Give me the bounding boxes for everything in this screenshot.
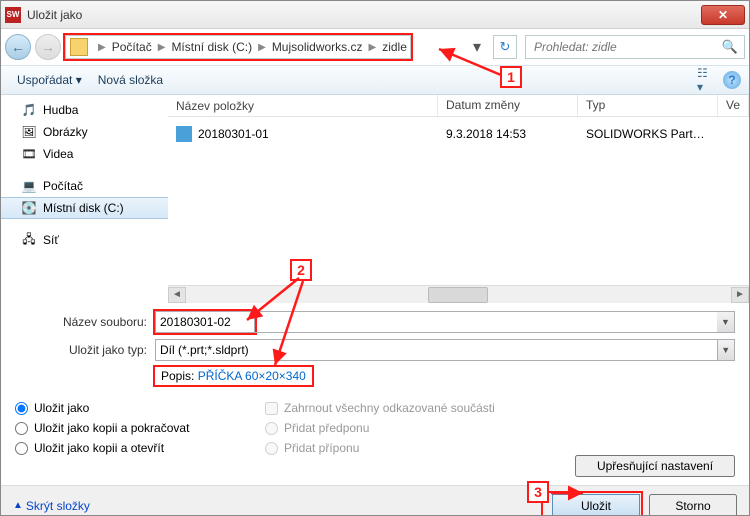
file-date: 9.3.2018 14:53 xyxy=(438,125,578,143)
music-icon: 🎵 xyxy=(21,102,37,118)
tree-item-network[interactable]: 🖧 Síť xyxy=(1,229,168,251)
help-button[interactable]: ? xyxy=(723,71,741,89)
check-label: Zahrnout všechny odkazované součásti xyxy=(284,401,495,415)
radio-save-as[interactable]: Uložit jako xyxy=(15,401,245,415)
chevron-up-icon: ▲ xyxy=(13,500,23,511)
chevron-right-icon: ▶ xyxy=(369,42,377,53)
search-box[interactable]: 🔍 xyxy=(525,35,745,59)
filetype-combo[interactable] xyxy=(155,339,718,361)
nav-tree: 🎵 Hudba 🖼 Obrázky 🎞 Videa 💻 Počítač 💽 Místní … xyxy=(1,95,168,303)
search-input[interactable] xyxy=(532,39,718,55)
tree-item-disk-c[interactable]: 💽 Místní disk (C:) xyxy=(1,197,168,219)
col-type[interactable]: Typ xyxy=(578,95,718,116)
radio-label: Přidat předponu xyxy=(284,421,369,435)
filename-dropdown[interactable]: ▼ xyxy=(717,311,735,333)
breadcrumb-item[interactable]: Mujsolidworks.cz xyxy=(272,40,363,54)
filetype-dropdown[interactable]: ▼ xyxy=(718,339,735,361)
titlebar: SW Uložit jako ✕ xyxy=(1,1,749,29)
radio-prefix: Přidat předponu xyxy=(265,421,505,435)
organize-label: Uspořádat xyxy=(17,73,72,87)
tree-label: Počítač xyxy=(43,179,83,193)
tree-item-pictures[interactable]: 🖼 Obrázky xyxy=(1,121,168,143)
filename-input[interactable] xyxy=(155,311,255,333)
radio-label: Uložit jako xyxy=(34,401,89,415)
scroll-left-arrow[interactable]: ◄ xyxy=(168,287,186,303)
disk-icon: 💽 xyxy=(21,200,37,216)
list-header: Název položky Datum změny Typ Ve xyxy=(168,95,749,117)
window-title: Uložit jako xyxy=(27,8,701,22)
callout-2: 2 xyxy=(290,259,312,281)
body: 🎵 Hudba 🖼 Obrázky 🎞 Videa 💻 Počítač 💽 Místní … xyxy=(1,95,749,303)
tree-label: Videa xyxy=(43,147,73,161)
form-area: Název souboru: ▼ Uložit jako typ: ▼ Popi… xyxy=(1,303,749,397)
radio-copy-continue[interactable]: Uložit jako kopii a pokračovat xyxy=(15,421,245,435)
back-button[interactable]: ← xyxy=(5,34,31,60)
nav-row: ← → ▶ Počítač ▶ Místní disk (C:) ▶ Mujso… xyxy=(1,29,749,65)
search-icon: 🔍 xyxy=(722,39,738,55)
save-button[interactable]: Uložit xyxy=(552,494,640,516)
toolbar: Uspořádat ▾ Nová složka ☷ ▾ ? xyxy=(1,65,749,95)
tree-label: Místní disk (C:) xyxy=(43,201,124,215)
forward-button[interactable]: → xyxy=(35,34,61,60)
radio-copy-open[interactable]: Uložit jako kopii a otevřít xyxy=(15,441,245,455)
file-name: 20180301-01 xyxy=(198,127,269,141)
computer-icon: 💻 xyxy=(21,178,37,194)
radio-label: Uložit jako kopii a pokračovat xyxy=(34,421,189,435)
videos-icon: 🎞 xyxy=(21,146,37,162)
col-name[interactable]: Název položky xyxy=(168,95,438,116)
scroll-right-arrow[interactable]: ► xyxy=(731,287,749,303)
network-icon: 🖧 xyxy=(21,232,37,248)
save-as-dialog: SW Uložit jako ✕ ← → ▶ Počítač ▶ Místní … xyxy=(0,0,750,516)
breadcrumb-item[interactable]: Počítač xyxy=(112,40,152,54)
file-type: SOLIDWORKS Part… xyxy=(578,125,718,143)
radio-suffix: Přidat příponu xyxy=(265,441,505,455)
filename-label: Název souboru: xyxy=(15,315,155,329)
list-item[interactable]: 20180301-01 9.3.2018 14:53 SOLIDWORKS Pa… xyxy=(168,123,749,145)
scroll-thumb[interactable] xyxy=(428,287,488,303)
col-date[interactable]: Datum změny xyxy=(438,95,578,116)
breadcrumb-dropdown[interactable]: ▾ xyxy=(469,37,485,57)
filetype-label: Uložit jako typ: xyxy=(15,343,155,357)
footer: ▲Skrýt složky Uložit Storno xyxy=(1,485,749,516)
file-list: Název položky Datum změny Typ Ve 2018030… xyxy=(168,95,749,303)
tree-item-computer[interactable]: 💻 Počítač xyxy=(1,175,168,197)
tree-label: Hudba xyxy=(43,103,78,117)
callout-1: 1 xyxy=(500,66,522,88)
tree-item-videos[interactable]: 🎞 Videa xyxy=(1,143,168,165)
tree-item-music[interactable]: 🎵 Hudba xyxy=(1,99,168,121)
check-include-refs[interactable]: Zahrnout všechny odkazované součásti xyxy=(265,401,505,415)
refresh-button[interactable]: ↻ xyxy=(493,35,517,59)
refine-settings-button[interactable]: Upřesňující nastavení xyxy=(575,455,735,477)
chevron-right-icon: ▶ xyxy=(258,42,266,53)
desc-label: Popis: xyxy=(161,369,194,383)
breadcrumb-item[interactable]: Místní disk (C:) xyxy=(171,40,252,54)
organize-menu[interactable]: Uspořádat ▾ xyxy=(9,69,90,91)
pictures-icon: 🖼 xyxy=(21,124,37,140)
radio-label: Přidat příponu xyxy=(284,441,359,455)
close-button[interactable]: ✕ xyxy=(701,5,745,25)
hide-label: Skrýt složky xyxy=(26,499,90,513)
horizontal-scrollbar[interactable]: ◄ ► xyxy=(168,285,749,303)
col-v[interactable]: Ve xyxy=(718,95,749,116)
desc-value: PŘÍČKA 60×20×340 xyxy=(198,369,306,383)
new-folder-button[interactable]: Nová složka xyxy=(90,69,171,91)
options-area: Uložit jako Uložit jako kopii a pokračov… xyxy=(1,397,749,485)
breadcrumb-item[interactable]: zidle xyxy=(382,40,407,54)
hide-folders-link[interactable]: ▲Skrýt složky xyxy=(13,499,90,513)
chevron-right-icon: ▶ xyxy=(158,42,166,53)
tree-label: Síť xyxy=(43,233,59,247)
tree-label: Obrázky xyxy=(43,125,88,139)
app-icon: SW xyxy=(5,7,21,23)
cancel-button[interactable]: Storno xyxy=(649,494,737,516)
chevron-right-icon: ▶ xyxy=(98,42,106,53)
description-box[interactable]: Popis: PŘÍČKA 60×20×340 xyxy=(155,367,312,385)
folder-icon xyxy=(70,38,88,56)
part-file-icon xyxy=(176,126,192,142)
view-mode-button[interactable]: ☷ ▾ xyxy=(697,70,717,90)
breadcrumb[interactable]: ▶ Počítač ▶ Místní disk (C:) ▶ Mujsolidw… xyxy=(65,35,411,59)
radio-label: Uložit jako kopii a otevřít xyxy=(34,441,164,455)
callout-3: 3 xyxy=(527,481,549,503)
